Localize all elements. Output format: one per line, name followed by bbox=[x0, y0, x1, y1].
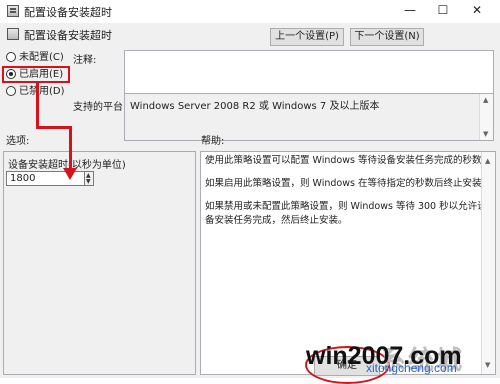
radio-label: 已禁用(D) bbox=[19, 86, 65, 97]
options-panel: 设备安装超时(以秒为单位) 1800 ▲ ▼ bbox=[3, 151, 196, 375]
arrow-head-icon bbox=[63, 168, 77, 180]
platform-label: 支持的平台: bbox=[73, 102, 127, 113]
setting-icon bbox=[7, 28, 19, 40]
spin-down-icon[interactable]: ▼ bbox=[86, 179, 91, 185]
arrow-bend bbox=[36, 126, 71, 129]
dialog-body: 配置设备安装超时 上一个设置(P) 下一个设置(N) 未配置(C) 已启用(E)… bbox=[0, 23, 500, 378]
help-paragraph: 如果启用此策略设置，则 Windows 在等待指定的秒数后终止安装。 bbox=[205, 178, 491, 189]
window-title: 配置设备安装超时 bbox=[24, 6, 112, 19]
arrow-shaft bbox=[69, 126, 72, 169]
previous-setting-button[interactable]: 上一个设置(P) bbox=[270, 28, 344, 46]
supported-platform-field: Windows Server 2008 R2 或 Windows 7 及以上版本… bbox=[124, 93, 494, 141]
policy-app-icon bbox=[7, 5, 19, 17]
close-button[interactable]: ✕ bbox=[462, 0, 492, 20]
comment-label: 注释: bbox=[73, 55, 97, 66]
minimize-button[interactable]: — bbox=[395, 0, 425, 20]
next-setting-button[interactable]: 下一个设置(N) bbox=[350, 28, 424, 46]
radio-not-configured[interactable]: 未配置(C) bbox=[6, 51, 64, 65]
help-paragraph: 如果禁用或未配置此策略设置，则 Windows 等待 300 秒以允许设备安装任… bbox=[205, 201, 487, 226]
help-label: 帮助: bbox=[201, 136, 225, 147]
radio-indicator bbox=[6, 52, 16, 62]
help-scrollbar[interactable]: ▲ ▼ bbox=[481, 152, 495, 374]
platform-value: Windows Server 2008 R2 或 Windows 7 及以上版本 bbox=[130, 101, 380, 112]
radio-indicator bbox=[6, 86, 16, 96]
radio-label: 未配置(C) bbox=[19, 52, 64, 63]
timeout-spinner[interactable]: ▲ ▼ bbox=[84, 171, 94, 186]
enabled-highlight-box bbox=[2, 66, 70, 83]
platform-scrollbar[interactable]: ▲ ▼ bbox=[479, 94, 493, 140]
watermark-url: xitongcheng.com bbox=[366, 361, 457, 375]
options-label: 选项: bbox=[6, 136, 30, 147]
title-bar: 配置设备安装超时 — ☐ ✕ bbox=[0, 0, 500, 23]
setting-header: 配置设备安装超时 bbox=[0, 23, 500, 45]
maximize-button[interactable]: ☐ bbox=[428, 0, 458, 20]
setting-title: 配置设备安装超时 bbox=[24, 29, 112, 42]
help-paragraph: 使用此策略设置可以配置 Windows 等待设备安装任务完成的秒数。 bbox=[205, 155, 491, 166]
arrow-stem bbox=[36, 83, 39, 128]
